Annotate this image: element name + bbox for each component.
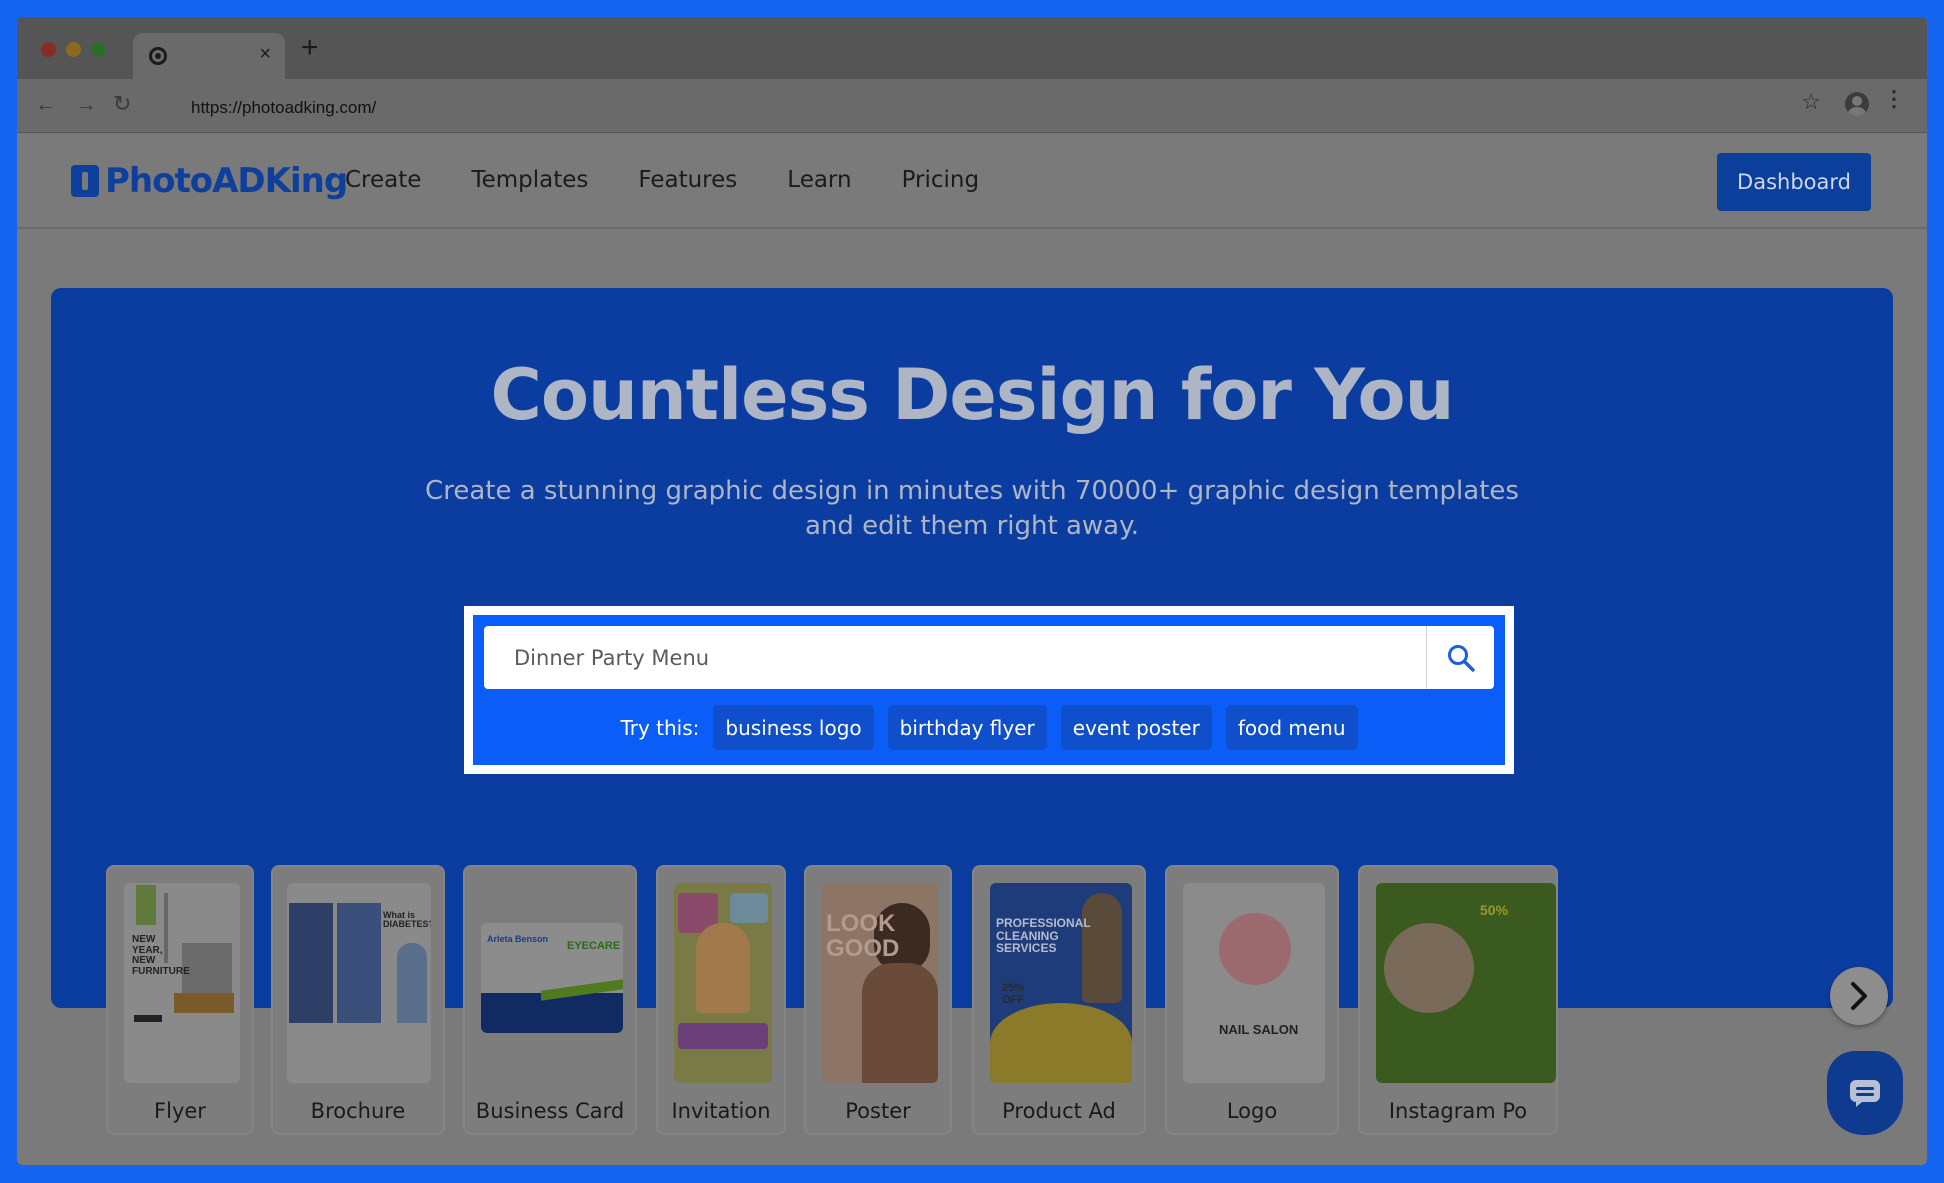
main-nav: Create Templates Features Learn Pricing bbox=[345, 167, 979, 193]
logo-thumb-text: NAIL SALON bbox=[1219, 1022, 1299, 1037]
tab-close-icon[interactable]: × bbox=[259, 43, 271, 66]
browser-tab[interactable]: × bbox=[133, 33, 285, 79]
category-label: Instagram Po bbox=[1388, 1099, 1528, 1123]
invitation-thumbnail bbox=[674, 883, 772, 1083]
url-field[interactable]: https://photoadking.com/ bbox=[151, 88, 1751, 124]
product-ad-thumb-sub: 25% OFF bbox=[1002, 982, 1025, 1006]
suggestion-chip-event-poster[interactable]: event poster bbox=[1060, 705, 1212, 750]
category-card-poster[interactable]: LOOK GOOD Poster bbox=[804, 865, 952, 1135]
logo-thumbnail: NAIL SALON bbox=[1183, 883, 1325, 1083]
new-tab-icon[interactable]: + bbox=[301, 33, 319, 63]
nav-pricing[interactable]: Pricing bbox=[902, 167, 980, 193]
flyer-thumbnail: NEW YEAR, NEW FURNITURE bbox=[124, 883, 240, 1083]
chat-icon bbox=[1850, 1080, 1880, 1107]
category-label: Logo bbox=[1226, 1099, 1278, 1123]
category-card-business-card[interactable]: Arleta Benson EYECARE Business Card bbox=[463, 865, 637, 1135]
category-label: Invitation bbox=[671, 1099, 771, 1123]
address-bar: ← → ↻ https://photoadking.com/ ☆ ⋮ bbox=[17, 79, 1927, 133]
profile-avatar-icon[interactable] bbox=[1845, 92, 1869, 116]
close-window-icon[interactable] bbox=[41, 42, 56, 57]
nav-features[interactable]: Features bbox=[638, 167, 737, 193]
product-ad-thumbnail: PROFESSIONAL CLEANING SERVICES 25% OFF bbox=[990, 883, 1132, 1083]
minimize-window-icon[interactable] bbox=[66, 42, 81, 57]
try-this-suggestions: Try this: business logo birthday flyer e… bbox=[473, 705, 1505, 750]
category-label: Brochure bbox=[310, 1099, 406, 1123]
chat-widget-button[interactable] bbox=[1827, 1051, 1903, 1135]
nav-templates[interactable]: Templates bbox=[471, 167, 588, 193]
logo-mark-icon bbox=[71, 165, 99, 197]
instagram-post-thumbnail: 50% bbox=[1376, 883, 1556, 1083]
category-card-product-ad[interactable]: PROFESSIONAL CLEANING SERVICES 25% OFF P… bbox=[972, 865, 1146, 1135]
search-highlight-frame: Try this: business logo birthday flyer e… bbox=[464, 606, 1514, 774]
search-button[interactable] bbox=[1426, 626, 1494, 689]
more-menu-icon[interactable]: ⋮ bbox=[1883, 88, 1905, 110]
category-card-brochure[interactable]: What is DIABETES? Brochure bbox=[271, 865, 445, 1135]
search-input[interactable] bbox=[484, 626, 1426, 689]
category-carousel: NEW YEAR, NEW FURNITURE Flyer What is DI… bbox=[106, 865, 1852, 1135]
category-label: Poster bbox=[845, 1099, 911, 1123]
poster-thumb-text: LOOK GOOD bbox=[826, 910, 900, 963]
nav-create[interactable]: Create bbox=[345, 167, 421, 193]
chrome-icon bbox=[149, 47, 167, 65]
poster-thumbnail: LOOK GOOD bbox=[822, 883, 938, 1083]
category-card-flyer[interactable]: NEW YEAR, NEW FURNITURE Flyer bbox=[106, 865, 254, 1135]
product-ad-thumb-text: PROFESSIONAL CLEANING SERVICES bbox=[996, 916, 1091, 956]
category-label: Product Ad bbox=[1002, 1099, 1116, 1123]
forward-icon[interactable]: → bbox=[75, 93, 97, 115]
maximize-window-icon[interactable] bbox=[91, 42, 106, 57]
search-panel: Try this: business logo birthday flyer e… bbox=[473, 615, 1505, 765]
category-card-instagram-post[interactable]: 50% Instagram Po bbox=[1358, 865, 1558, 1135]
hero-subtitle: Create a stunning graphic design in minu… bbox=[425, 476, 1519, 541]
category-card-logo[interactable]: NAIL SALON Logo bbox=[1165, 865, 1339, 1135]
flyer-thumb-text: NEW YEAR, NEW FURNITURE bbox=[132, 934, 190, 977]
chevron-right-icon bbox=[1851, 982, 1867, 1010]
url-text: https://photoadking.com/ bbox=[191, 98, 377, 117]
tab-bar: × + bbox=[17, 17, 1927, 79]
back-icon[interactable]: ← bbox=[35, 93, 57, 115]
instagram-post-thumb-text: 50% bbox=[1480, 902, 1509, 918]
logo-text: PhotoADKing bbox=[105, 161, 348, 201]
business-card-thumb-text: EYECARE bbox=[567, 940, 621, 952]
carousel-next-button[interactable] bbox=[1830, 967, 1888, 1025]
search-field bbox=[484, 626, 1494, 689]
brochure-thumbnail: What is DIABETES? bbox=[287, 883, 431, 1083]
reload-icon[interactable]: ↻ bbox=[113, 93, 131, 115]
window-controls bbox=[41, 42, 106, 57]
site-logo[interactable]: PhotoADKing bbox=[71, 161, 348, 201]
category-card-invitation[interactable]: Invitation bbox=[656, 865, 786, 1135]
category-label: Business Card bbox=[475, 1099, 625, 1123]
site-header: PhotoADKing Create Templates Features Le… bbox=[17, 133, 1927, 229]
search-icon bbox=[1447, 644, 1475, 672]
suggestion-chip-business-logo[interactable]: business logo bbox=[713, 705, 874, 750]
category-label: Flyer bbox=[154, 1099, 206, 1123]
brochure-thumb-text: What is DIABETES? bbox=[383, 910, 431, 930]
browser-window: × + ← → ↻ https://photoadking.com/ ☆ ⋮ P… bbox=[17, 17, 1927, 1165]
suggestion-chip-food-menu[interactable]: food menu bbox=[1225, 705, 1358, 750]
bookmark-star-icon[interactable]: ☆ bbox=[1801, 91, 1821, 113]
try-this-label: Try this: bbox=[620, 715, 700, 740]
suggestion-chip-birthday-flyer[interactable]: birthday flyer bbox=[887, 705, 1047, 750]
nav-learn[interactable]: Learn bbox=[787, 167, 851, 193]
business-card-thumb-sub: Arleta Benson bbox=[487, 934, 549, 944]
hero-title: Countless Design for You bbox=[490, 354, 1455, 436]
business-card-thumbnail: Arleta Benson EYECARE bbox=[481, 923, 623, 1033]
dashboard-button[interactable]: Dashboard bbox=[1717, 153, 1871, 211]
